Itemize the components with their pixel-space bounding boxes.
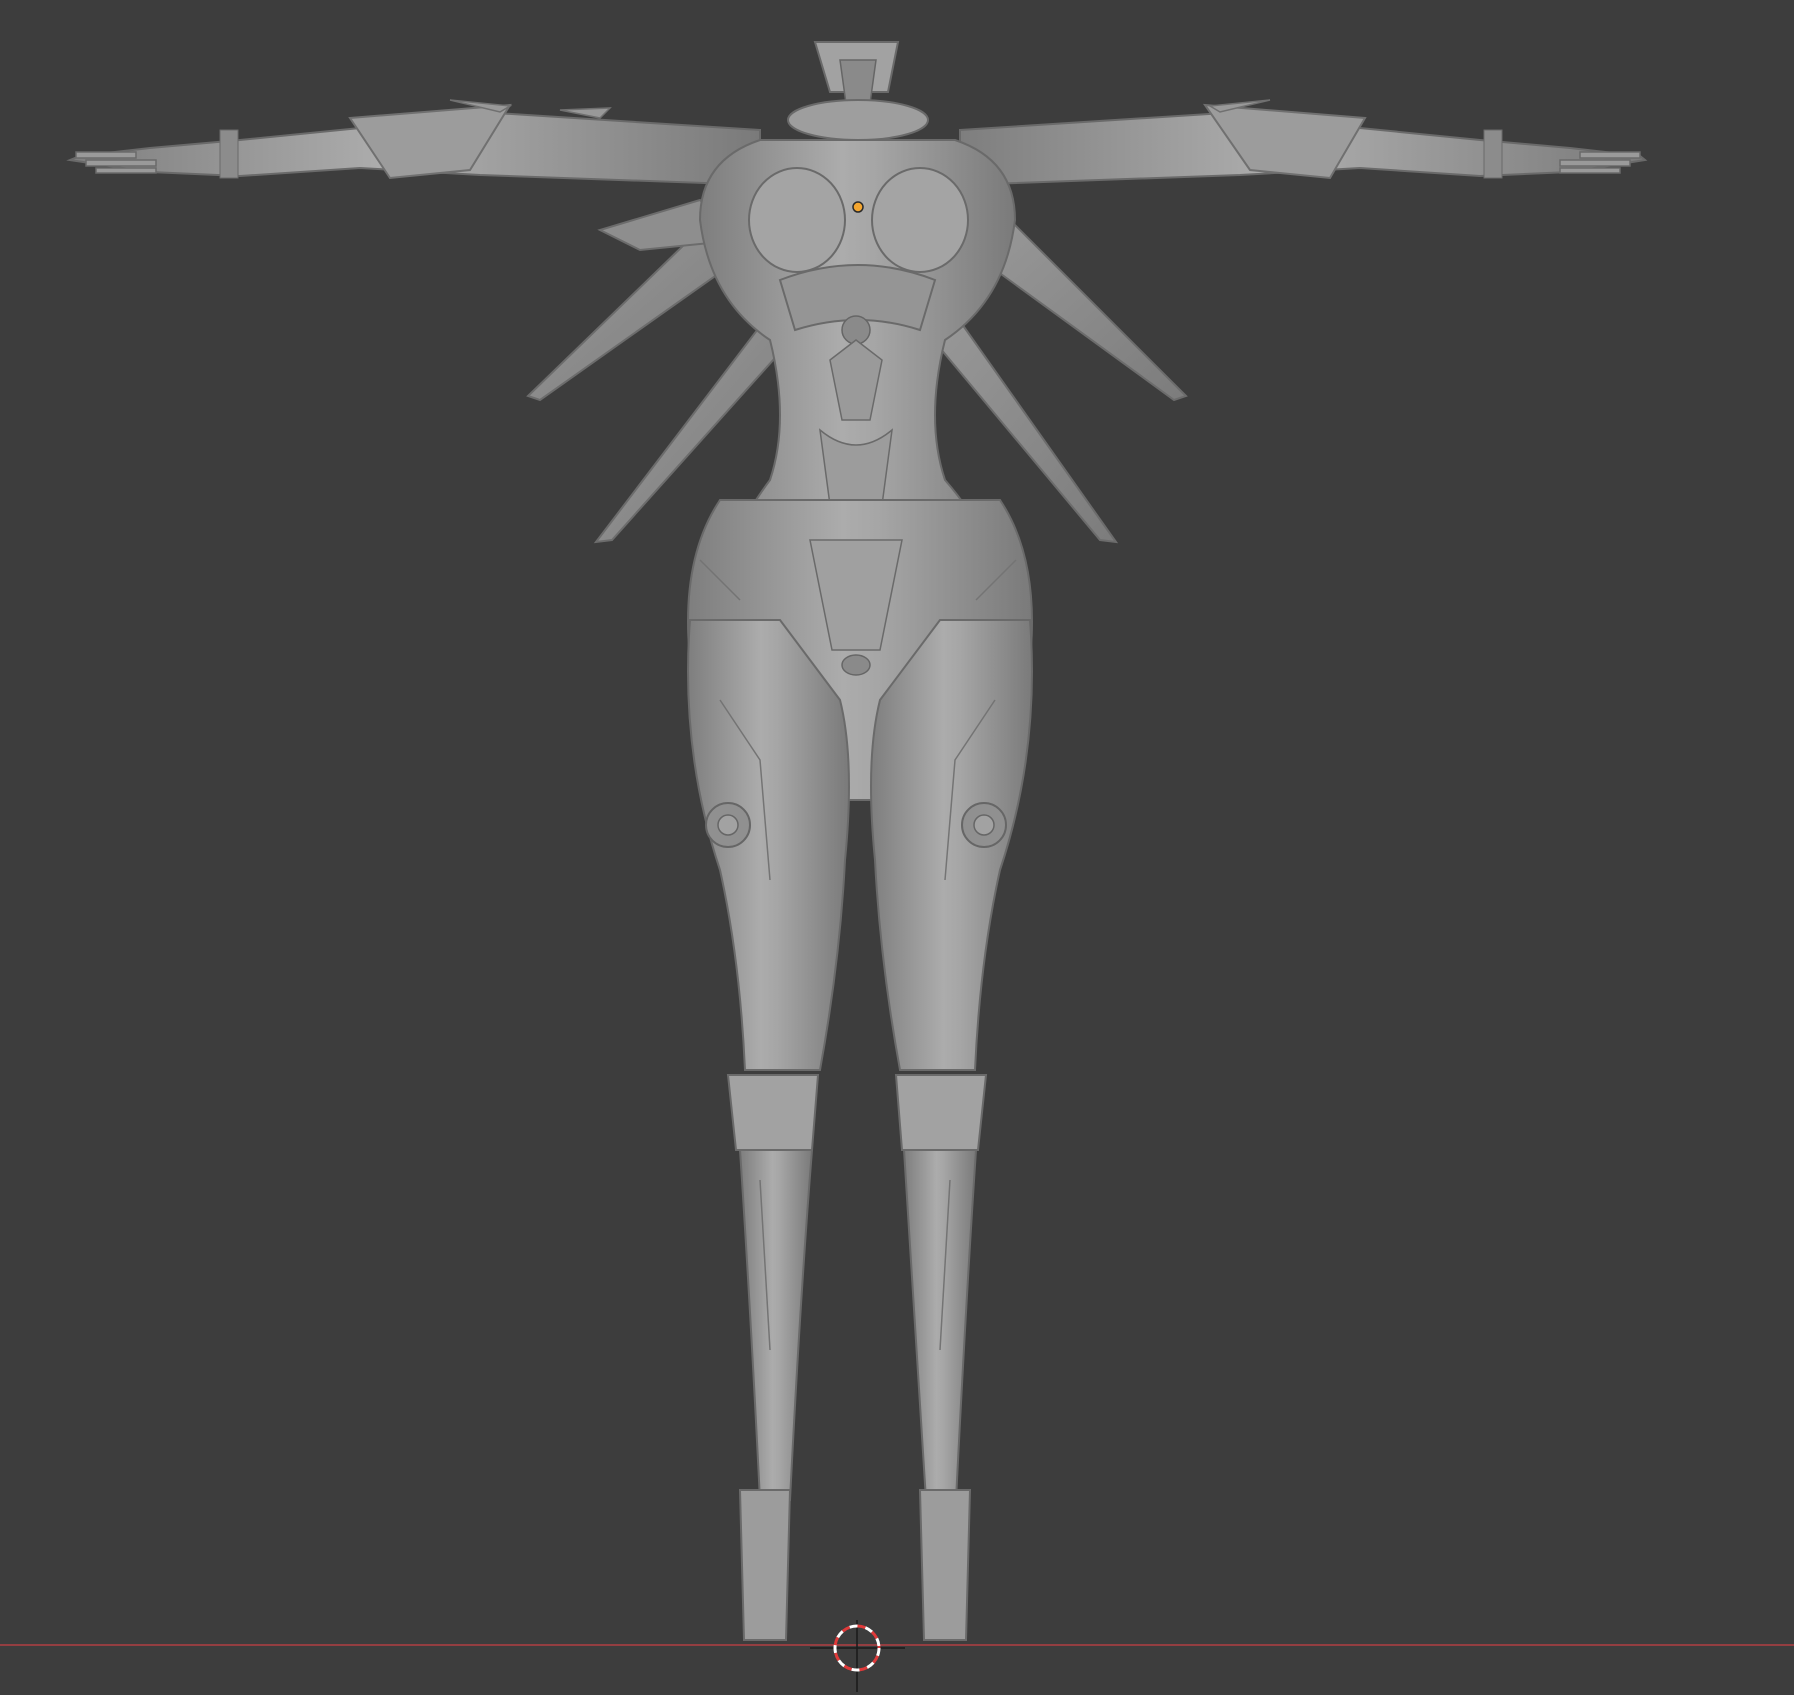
- head-crest: [787, 41, 929, 141]
- viewport-canvas[interactable]: [0, 0, 1794, 1695]
- left-leg: [687, 619, 850, 1641]
- right-leg: [870, 619, 1033, 1641]
- left-arm: [66, 99, 761, 187]
- 3d-viewport[interactable]: [0, 0, 1794, 1695]
- object-origin-icon[interactable]: [852, 201, 864, 213]
- 3d-cursor-icon[interactable]: [810, 1620, 905, 1692]
- right-arm: [959, 99, 1648, 187]
